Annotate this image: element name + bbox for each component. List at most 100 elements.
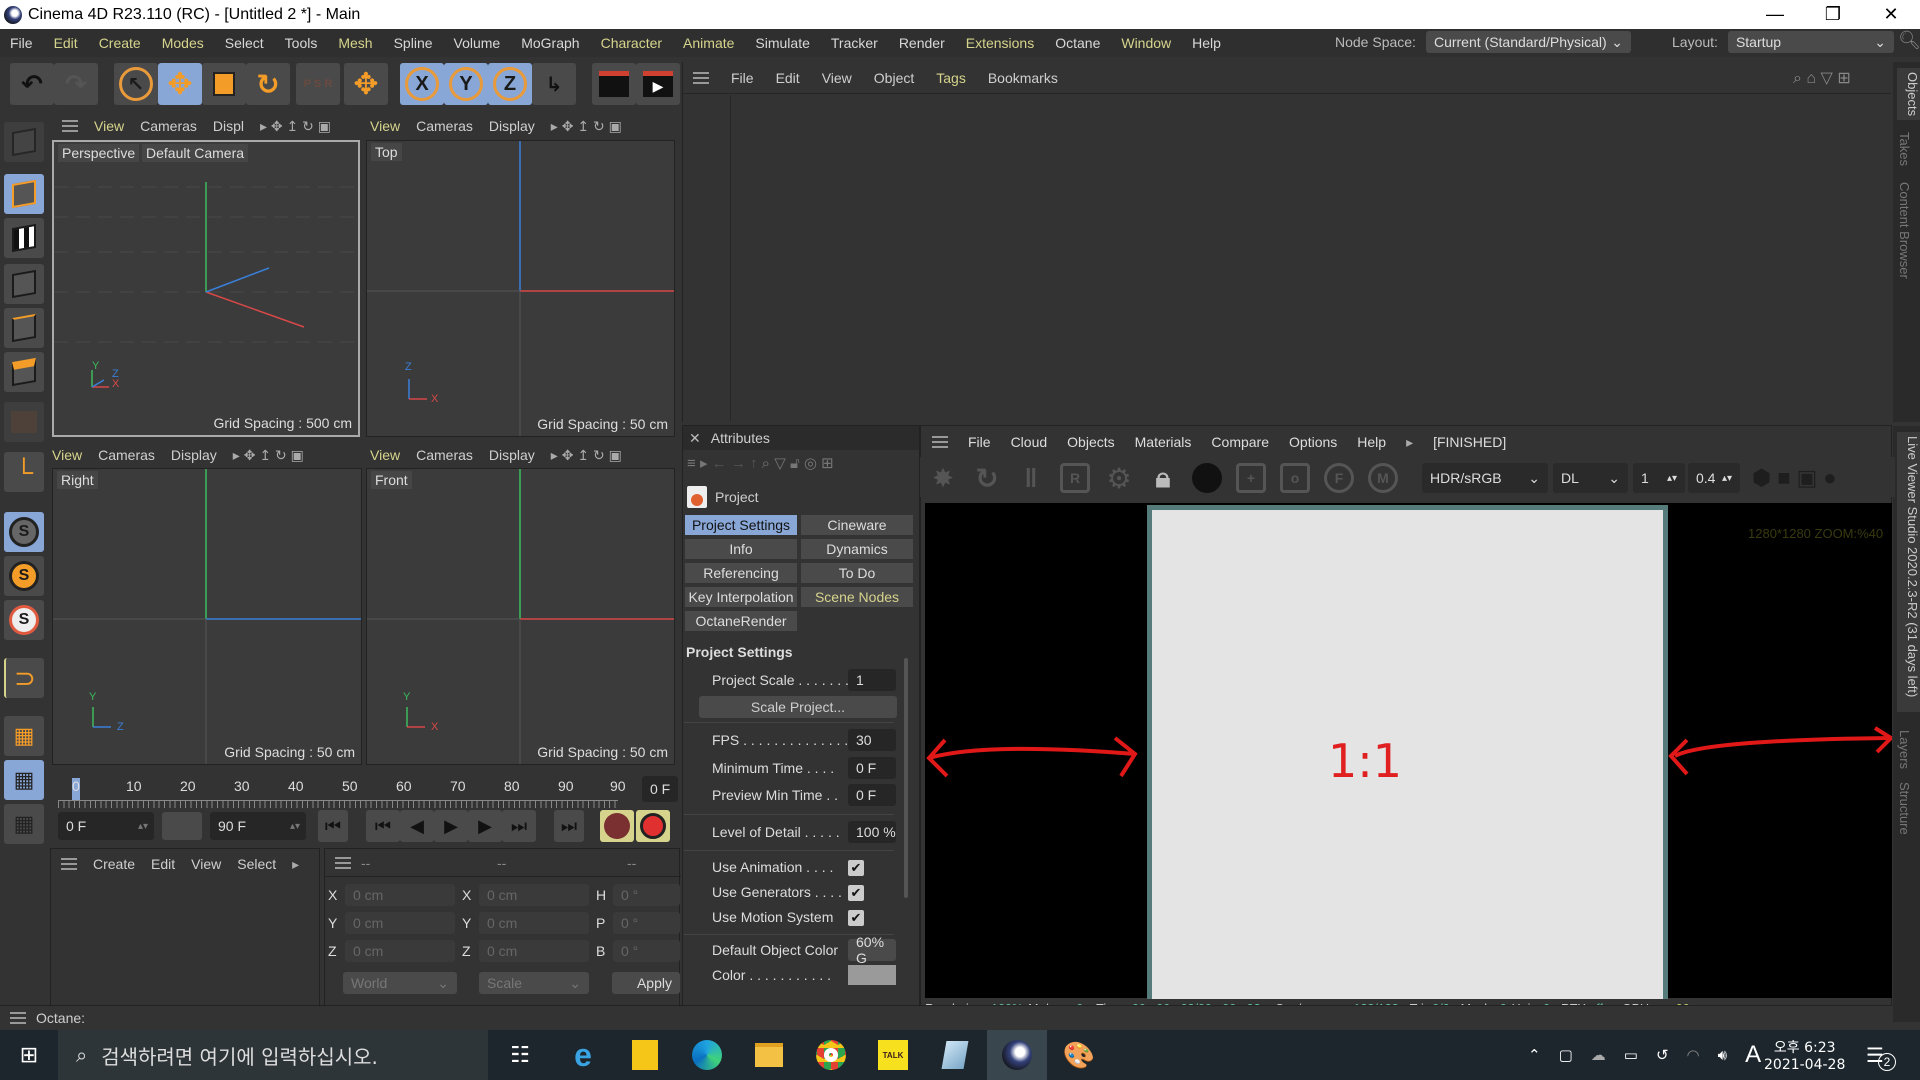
task-view-button[interactable]: ☷ [490,1030,550,1080]
new-window-icon[interactable]: ⊞ [821,455,834,472]
display-menu[interactable]: Display [171,447,217,463]
restart-icon[interactable]: ↻ [972,463,1002,494]
menu-icon[interactable] [693,71,709,84]
live-viewer-menu-materials[interactable]: Materials [1135,434,1192,450]
coordinate-system-button[interactable]: ↳ [532,63,576,105]
side-tab-layers[interactable]: Layers [1897,730,1912,769]
chrome-button[interactable] [801,1030,861,1080]
value1-stepper[interactable]: 1 ▴▾ [1633,463,1685,493]
default-color-dropdown[interactable]: 60% G [848,934,896,966]
coord-rot-field[interactable]: 0 ° [613,884,680,906]
new-window-icon[interactable]: ⊞ [1837,70,1850,87]
tab-cineware[interactable]: Cineware [800,514,914,536]
tab-info[interactable]: Info [684,538,798,560]
kakaotalk-button[interactable]: TALK [863,1030,923,1080]
object-menu-bookmarks[interactable]: Bookmarks [988,70,1058,86]
tab-referencing[interactable]: Referencing [684,562,798,584]
make-editable-button[interactable] [4,122,44,162]
uv-mode-button[interactable] [4,402,44,442]
next-frame-button[interactable]: ▶ [468,810,502,842]
cameras-menu[interactable]: Cameras [416,118,473,134]
nav-icons[interactable]: ▸ ✥ ↥ ↻ ▣ [233,447,304,464]
taskbar-search[interactable]: ⌕ 검색하려면 여기에 입력하십시오. [58,1030,488,1080]
menu-animate[interactable]: Animate [683,35,734,51]
side-tab-objects[interactable]: Objects [1897,68,1920,121]
value2-stepper[interactable]: 0.4 ▴▾ [1688,463,1740,493]
menu-icon[interactable]: ≡ [687,455,696,472]
rotate-tool-button[interactable]: ↻ [246,63,290,105]
project-scale-field[interactable]: 1 [848,669,896,691]
material-menu-view[interactable]: View [191,856,221,872]
cameras-menu[interactable]: Cameras [416,447,473,463]
side-tab-takes[interactable]: Takes [1897,132,1912,166]
menu-file[interactable]: File [10,35,33,51]
battery-icon[interactable]: ▭ [1624,1046,1638,1064]
coord-rot-field[interactable]: 0 ° [613,940,680,962]
tab-scene-nodes[interactable]: Scene Nodes [800,586,914,608]
view-menu[interactable]: View [370,447,400,463]
clock[interactable]: 오후 6:23 2021-04-28 [1764,1030,1845,1080]
move-tool-button[interactable]: ✥ [158,63,202,105]
menu-window[interactable]: Window [1121,35,1171,51]
pause-icon[interactable]: ‖ [1016,463,1046,493]
display-menu[interactable]: Display [489,447,535,463]
menu-tracker[interactable]: Tracker [831,35,878,51]
node-space-dropdown[interactable]: Current (Standard/Physical) ⌄ [1425,31,1631,53]
coordinate-space-dropdown[interactable]: World ⌄ [343,972,457,994]
axis-mode-button[interactable]: └ [4,452,44,492]
snap-button[interactable]: S [4,512,44,552]
cinema4d-taskbar-button[interactable] [987,1030,1047,1080]
notifications-button[interactable]: ☰ 2 [1866,1030,1896,1080]
view-menu[interactable]: View [370,118,400,134]
octane-icon[interactable]: ✸ [928,463,958,493]
y-axis-button[interactable]: Y [444,63,488,105]
close-icon[interactable]: ✕ [689,430,701,447]
menu-create[interactable]: Create [99,35,141,51]
menu-icon[interactable] [932,436,948,448]
menu-help[interactable]: Help [1192,35,1221,51]
previous-frame-button[interactable]: ◀ [400,810,434,842]
filter-icon[interactable]: ▽ [774,455,786,472]
magnet-button[interactable]: ⊃ [4,658,44,698]
nav-icons[interactable]: ▸ ✥ ↥ ↻ ▣ [260,118,331,135]
coord-pos-field[interactable]: 0 cm [345,884,455,906]
side-tab-live-viewer[interactable]: Live Viewer Studio 2020.2.3-R2 (31 days … [1897,432,1920,712]
menu-edit[interactable]: Edit [54,35,78,51]
display-menu[interactable]: Displ [213,118,244,134]
autokey-button[interactable] [636,810,670,842]
menu-mograph[interactable]: MoGraph [521,35,579,51]
menu-character[interactable]: Character [601,35,662,51]
menu-volume[interactable]: Volume [454,35,501,51]
render-view-button[interactable] [592,63,636,105]
psr-button[interactable]: P S R [296,63,340,105]
material-preview-icon[interactable] [1192,463,1222,493]
attributes-scrollbar[interactable] [904,638,910,938]
volume-icon[interactable]: 🔊︎ [1718,1047,1727,1064]
start-button[interactable]: ⊞ [0,1030,58,1080]
minimize-button[interactable]: — [1746,0,1804,29]
snap-settings-button[interactable]: S [4,556,44,596]
object-menu-view[interactable]: View [822,70,852,86]
cameras-menu[interactable]: Cameras [140,118,197,134]
target-icon[interactable]: ◎ [804,455,817,472]
viewport-right[interactable]: Right Y Z Grid Spacing : 50 cm [52,468,362,765]
object-menu-tags[interactable]: Tags [936,70,966,86]
viewport-perspective[interactable]: Perspective Default Camera Y X Z Grid Sp… [52,140,360,437]
menu-simulate[interactable]: Simulate [755,35,809,51]
menu-extensions[interactable]: Extensions [966,35,1034,51]
coord-size-field[interactable]: 0 cm [479,912,589,934]
object-menu-file[interactable]: File [731,70,754,86]
viewport-top[interactable]: Top Z X Grid Spacing : 50 cm [366,140,675,437]
more-menu-icon[interactable]: ▸ [1406,434,1413,451]
axis-move-button[interactable]: ✥ [344,63,388,105]
start-frame-field[interactable]: 0 F ▴▾ [58,812,154,840]
edges-mode-button[interactable] [4,308,44,348]
lock-icon[interactable]: 🔓︎ [790,455,800,472]
menu-spline[interactable]: Spline [394,35,433,51]
points-mode-button[interactable] [4,264,44,304]
search-icon[interactable]: ⌕ [1793,70,1802,87]
redo-button[interactable]: ↷ [54,63,98,105]
go-to-start-button[interactable]: ⏮︎ [318,810,348,842]
menu-modes[interactable]: Modes [162,35,204,51]
ime-indicator[interactable]: A [1745,1041,1761,1069]
